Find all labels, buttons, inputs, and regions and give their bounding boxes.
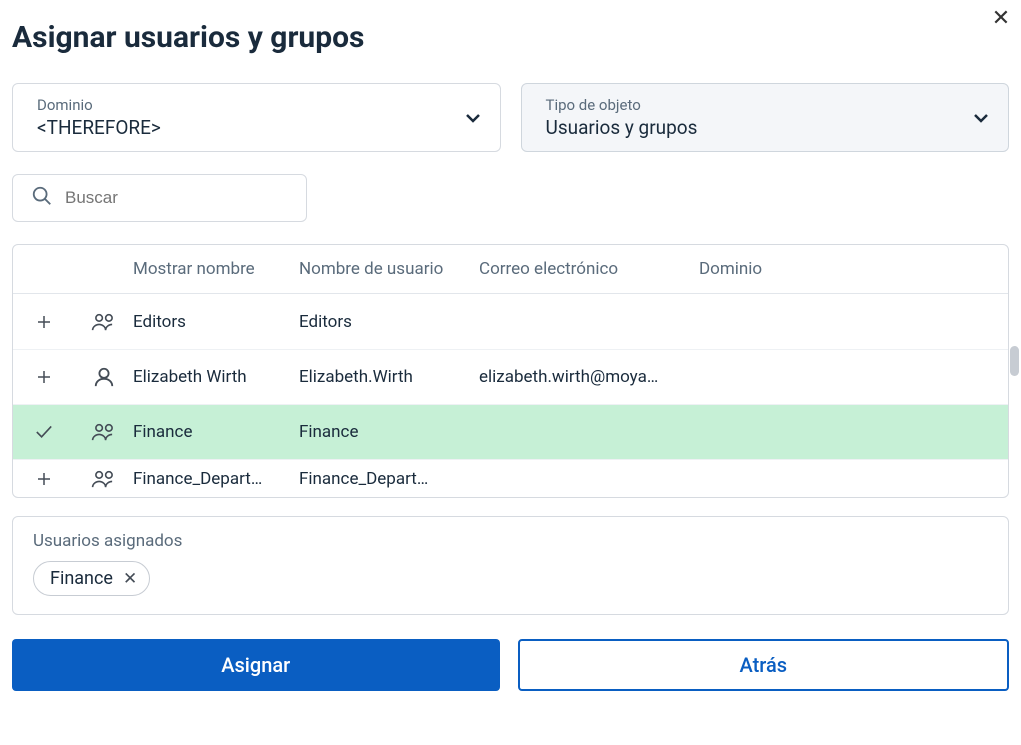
plus-icon: [35, 313, 53, 331]
domain-dropdown-label: Dominio: [37, 96, 161, 114]
add-button[interactable]: [13, 470, 75, 488]
close-icon: ✕: [992, 6, 1010, 31]
object-type-dropdown-value: Usuarios y grupos: [546, 116, 698, 139]
cell-display-name: Elizabeth Wirth: [133, 367, 299, 387]
domain-dropdown-value: <THEREFORE>: [37, 116, 161, 139]
footer-buttons: Asignar Atrás: [12, 639, 1009, 691]
cell-username: Elizabeth.Wirth: [299, 367, 479, 387]
group-icon: [75, 312, 133, 332]
chevron-down-icon: [972, 109, 990, 127]
cell-username: Editors: [299, 312, 479, 332]
dialog-container: Asignar usuarios y grupos Dominio <THERE…: [0, 0, 1021, 703]
domain-dropdown[interactable]: Dominio <THEREFORE>: [12, 83, 501, 152]
selected-indicator[interactable]: [13, 424, 75, 440]
header-username[interactable]: Nombre de usuario: [299, 259, 479, 279]
cell-display-name: Finance: [133, 422, 299, 442]
user-icon: [75, 366, 133, 388]
dropdown-row: Dominio <THEREFORE> Tipo de objeto Usuar…: [12, 83, 1009, 152]
back-button[interactable]: Atrás: [518, 639, 1010, 691]
cell-username: Finance_Depart…: [299, 469, 479, 489]
assigned-chip[interactable]: Finance ✕: [33, 561, 150, 596]
table-row[interactable]: Elizabeth Wirth Elizabeth.Wirth elizabet…: [13, 349, 1008, 404]
table-row[interactable]: Editors Editors: [13, 294, 1008, 349]
search-input[interactable]: [65, 188, 288, 208]
object-type-dropdown-label: Tipo de objeto: [546, 96, 698, 114]
cell-username: Finance: [299, 422, 479, 442]
chip-label: Finance: [50, 568, 113, 589]
dialog-title: Asignar usuarios y grupos: [12, 0, 1009, 83]
object-type-dropdown[interactable]: Tipo de objeto Usuarios y grupos: [521, 83, 1010, 152]
assigned-users-label: Usuarios asignados: [33, 531, 988, 551]
chevron-down-icon: [464, 109, 482, 127]
results-table: Mostrar nombre Nombre de usuario Correo …: [12, 244, 1009, 498]
table-row[interactable]: Finance_Depart… Finance_Depart…: [13, 459, 1008, 497]
assign-button[interactable]: Asignar: [12, 639, 500, 691]
header-display-name[interactable]: Mostrar nombre: [133, 259, 299, 279]
search-box[interactable]: [12, 174, 307, 222]
header-domain[interactable]: Dominio: [699, 259, 1008, 279]
table-body: Editors Editors Elizabeth Wirth Elizabet…: [13, 294, 1008, 497]
add-button[interactable]: [13, 368, 75, 386]
cell-display-name: Editors: [133, 312, 299, 332]
scrollbar-thumb[interactable]: [1010, 346, 1019, 376]
group-icon: [75, 422, 133, 442]
cell-display-name: Finance_Depart…: [133, 469, 299, 489]
close-button[interactable]: ✕: [987, 4, 1015, 32]
search-icon: [31, 185, 53, 211]
close-icon: ✕: [123, 569, 137, 589]
cell-email: elizabeth.wirth@moya…: [479, 367, 699, 387]
table-header: Mostrar nombre Nombre de usuario Correo …: [13, 245, 1008, 294]
add-button[interactable]: [13, 313, 75, 331]
header-email[interactable]: Correo electrónico: [479, 259, 699, 279]
assigned-users-box: Usuarios asignados Finance ✕: [12, 516, 1009, 615]
table-row[interactable]: Finance Finance: [13, 404, 1008, 459]
plus-icon: [35, 470, 53, 488]
group-icon: [75, 469, 133, 489]
plus-icon: [35, 368, 53, 386]
check-icon: [34, 424, 54, 440]
chip-remove-button[interactable]: ✕: [123, 569, 137, 589]
